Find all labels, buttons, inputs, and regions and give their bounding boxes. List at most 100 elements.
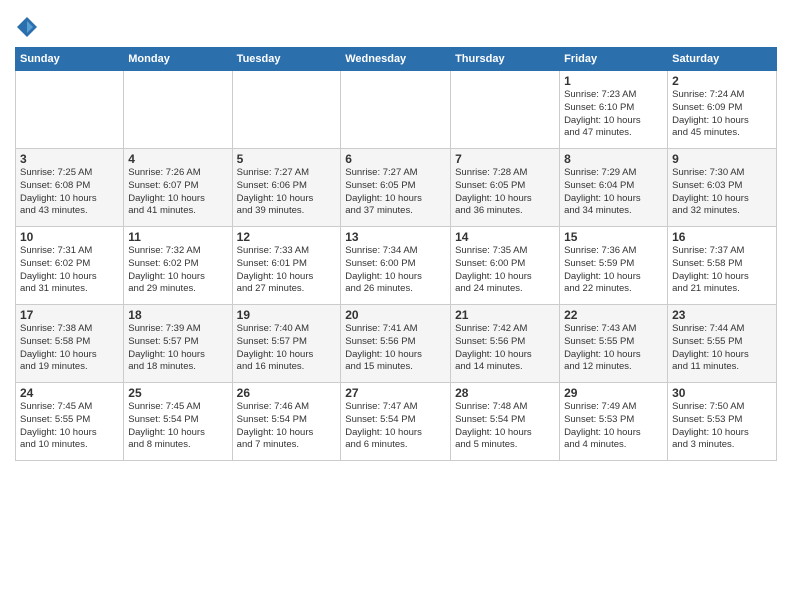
weekday-header: Wednesday: [341, 48, 451, 71]
day-number: 28: [455, 386, 555, 400]
calendar-cell: 20Sunrise: 7:41 AMSunset: 5:56 PMDayligh…: [341, 305, 451, 383]
day-info: Sunrise: 7:47 AMSunset: 5:54 PMDaylight:…: [345, 401, 446, 452]
calendar-week-row: 3Sunrise: 7:25 AMSunset: 6:08 PMDaylight…: [16, 149, 777, 227]
calendar-cell: 15Sunrise: 7:36 AMSunset: 5:59 PMDayligh…: [560, 227, 668, 305]
calendar-cell: 8Sunrise: 7:29 AMSunset: 6:04 PMDaylight…: [560, 149, 668, 227]
day-number: 1: [564, 74, 663, 88]
day-info: Sunrise: 7:33 AMSunset: 6:01 PMDaylight:…: [237, 245, 337, 296]
calendar-cell: 4Sunrise: 7:26 AMSunset: 6:07 PMDaylight…: [124, 149, 232, 227]
day-info: Sunrise: 7:23 AMSunset: 6:10 PMDaylight:…: [564, 89, 663, 140]
calendar-cell: 13Sunrise: 7:34 AMSunset: 6:00 PMDayligh…: [341, 227, 451, 305]
weekday-header: Sunday: [16, 48, 124, 71]
day-info: Sunrise: 7:44 AMSunset: 5:55 PMDaylight:…: [672, 323, 772, 374]
day-info: Sunrise: 7:31 AMSunset: 6:02 PMDaylight:…: [20, 245, 119, 296]
day-info: Sunrise: 7:24 AMSunset: 6:09 PMDaylight:…: [672, 89, 772, 140]
day-info: Sunrise: 7:46 AMSunset: 5:54 PMDaylight:…: [237, 401, 337, 452]
day-info: Sunrise: 7:48 AMSunset: 5:54 PMDaylight:…: [455, 401, 555, 452]
calendar-cell: 26Sunrise: 7:46 AMSunset: 5:54 PMDayligh…: [232, 383, 341, 461]
day-number: 21: [455, 308, 555, 322]
day-number: 24: [20, 386, 119, 400]
day-info: Sunrise: 7:43 AMSunset: 5:55 PMDaylight:…: [564, 323, 663, 374]
day-info: Sunrise: 7:49 AMSunset: 5:53 PMDaylight:…: [564, 401, 663, 452]
day-number: 4: [128, 152, 227, 166]
day-number: 3: [20, 152, 119, 166]
calendar-cell: 18Sunrise: 7:39 AMSunset: 5:57 PMDayligh…: [124, 305, 232, 383]
calendar-cell: 21Sunrise: 7:42 AMSunset: 5:56 PMDayligh…: [451, 305, 560, 383]
day-number: 16: [672, 230, 772, 244]
calendar-cell: [16, 71, 124, 149]
day-info: Sunrise: 7:27 AMSunset: 6:06 PMDaylight:…: [237, 167, 337, 218]
weekday-header: Tuesday: [232, 48, 341, 71]
day-info: Sunrise: 7:29 AMSunset: 6:04 PMDaylight:…: [564, 167, 663, 218]
weekday-header: Monday: [124, 48, 232, 71]
day-number: 11: [128, 230, 227, 244]
calendar-cell: 30Sunrise: 7:50 AMSunset: 5:53 PMDayligh…: [668, 383, 777, 461]
calendar-cell: 3Sunrise: 7:25 AMSunset: 6:08 PMDaylight…: [16, 149, 124, 227]
day-number: 15: [564, 230, 663, 244]
day-info: Sunrise: 7:27 AMSunset: 6:05 PMDaylight:…: [345, 167, 446, 218]
day-number: 20: [345, 308, 446, 322]
day-info: Sunrise: 7:35 AMSunset: 6:00 PMDaylight:…: [455, 245, 555, 296]
day-number: 30: [672, 386, 772, 400]
day-number: 9: [672, 152, 772, 166]
day-number: 22: [564, 308, 663, 322]
calendar-cell: 7Sunrise: 7:28 AMSunset: 6:05 PMDaylight…: [451, 149, 560, 227]
day-number: 13: [345, 230, 446, 244]
day-info: Sunrise: 7:45 AMSunset: 5:54 PMDaylight:…: [128, 401, 227, 452]
logo-icon: [15, 15, 39, 39]
calendar-header: SundayMondayTuesdayWednesdayThursdayFrid…: [16, 48, 777, 71]
calendar-cell: 2Sunrise: 7:24 AMSunset: 6:09 PMDaylight…: [668, 71, 777, 149]
calendar-cell: 17Sunrise: 7:38 AMSunset: 5:58 PMDayligh…: [16, 305, 124, 383]
weekday-header: Thursday: [451, 48, 560, 71]
page-container: SundayMondayTuesdayWednesdayThursdayFrid…: [0, 0, 792, 466]
day-number: 8: [564, 152, 663, 166]
day-number: 6: [345, 152, 446, 166]
calendar-cell: 23Sunrise: 7:44 AMSunset: 5:55 PMDayligh…: [668, 305, 777, 383]
weekday-header: Friday: [560, 48, 668, 71]
calendar-cell: 1Sunrise: 7:23 AMSunset: 6:10 PMDaylight…: [560, 71, 668, 149]
calendar-cell: 5Sunrise: 7:27 AMSunset: 6:06 PMDaylight…: [232, 149, 341, 227]
calendar-cell: 22Sunrise: 7:43 AMSunset: 5:55 PMDayligh…: [560, 305, 668, 383]
calendar-cell: 6Sunrise: 7:27 AMSunset: 6:05 PMDaylight…: [341, 149, 451, 227]
calendar-cell: 12Sunrise: 7:33 AMSunset: 6:01 PMDayligh…: [232, 227, 341, 305]
day-number: 25: [128, 386, 227, 400]
calendar-cell: 16Sunrise: 7:37 AMSunset: 5:58 PMDayligh…: [668, 227, 777, 305]
calendar-cell: 28Sunrise: 7:48 AMSunset: 5:54 PMDayligh…: [451, 383, 560, 461]
calendar-cell: 27Sunrise: 7:47 AMSunset: 5:54 PMDayligh…: [341, 383, 451, 461]
calendar-cell: 11Sunrise: 7:32 AMSunset: 6:02 PMDayligh…: [124, 227, 232, 305]
day-number: 26: [237, 386, 337, 400]
logo: [15, 15, 41, 39]
day-number: 27: [345, 386, 446, 400]
day-info: Sunrise: 7:50 AMSunset: 5:53 PMDaylight:…: [672, 401, 772, 452]
day-number: 10: [20, 230, 119, 244]
day-number: 5: [237, 152, 337, 166]
day-number: 18: [128, 308, 227, 322]
day-info: Sunrise: 7:38 AMSunset: 5:58 PMDaylight:…: [20, 323, 119, 374]
day-number: 14: [455, 230, 555, 244]
calendar-cell: 29Sunrise: 7:49 AMSunset: 5:53 PMDayligh…: [560, 383, 668, 461]
calendar-cell: 24Sunrise: 7:45 AMSunset: 5:55 PMDayligh…: [16, 383, 124, 461]
weekday-header-row: SundayMondayTuesdayWednesdayThursdayFrid…: [16, 48, 777, 71]
day-info: Sunrise: 7:30 AMSunset: 6:03 PMDaylight:…: [672, 167, 772, 218]
day-number: 19: [237, 308, 337, 322]
calendar-cell: 10Sunrise: 7:31 AMSunset: 6:02 PMDayligh…: [16, 227, 124, 305]
calendar-cell: [451, 71, 560, 149]
day-info: Sunrise: 7:26 AMSunset: 6:07 PMDaylight:…: [128, 167, 227, 218]
calendar-cell: 19Sunrise: 7:40 AMSunset: 5:57 PMDayligh…: [232, 305, 341, 383]
day-info: Sunrise: 7:40 AMSunset: 5:57 PMDaylight:…: [237, 323, 337, 374]
weekday-header: Saturday: [668, 48, 777, 71]
day-number: 29: [564, 386, 663, 400]
day-info: Sunrise: 7:25 AMSunset: 6:08 PMDaylight:…: [20, 167, 119, 218]
day-info: Sunrise: 7:28 AMSunset: 6:05 PMDaylight:…: [455, 167, 555, 218]
day-info: Sunrise: 7:32 AMSunset: 6:02 PMDaylight:…: [128, 245, 227, 296]
day-info: Sunrise: 7:41 AMSunset: 5:56 PMDaylight:…: [345, 323, 446, 374]
day-number: 12: [237, 230, 337, 244]
calendar-week-row: 1Sunrise: 7:23 AMSunset: 6:10 PMDaylight…: [16, 71, 777, 149]
day-number: 7: [455, 152, 555, 166]
calendar-table: SundayMondayTuesdayWednesdayThursdayFrid…: [15, 47, 777, 461]
calendar-cell: [341, 71, 451, 149]
page-header: [15, 10, 777, 39]
day-number: 23: [672, 308, 772, 322]
calendar-cell: 25Sunrise: 7:45 AMSunset: 5:54 PMDayligh…: [124, 383, 232, 461]
calendar-cell: [124, 71, 232, 149]
